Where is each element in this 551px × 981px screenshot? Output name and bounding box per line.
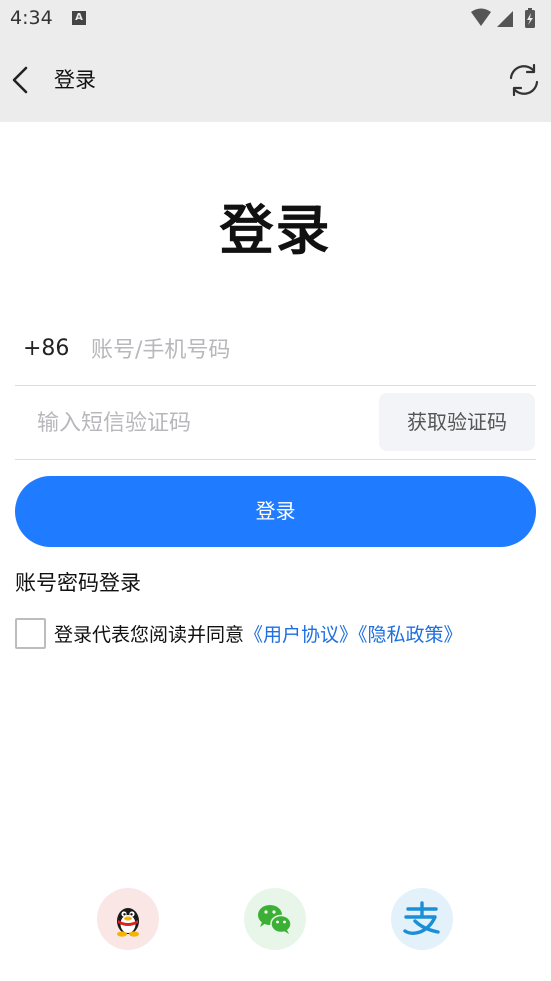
password-login-link[interactable]: 账号密码登录 bbox=[15, 567, 141, 597]
get-code-button[interactable]: 获取验证码 bbox=[379, 393, 535, 451]
wifi-icon bbox=[471, 8, 491, 26]
status-time: 4:34 bbox=[10, 7, 53, 29]
page-title: 登录 bbox=[219, 199, 332, 262]
agreement-checkbox[interactable] bbox=[15, 618, 46, 649]
refresh-button[interactable] bbox=[507, 62, 541, 98]
qq-icon bbox=[117, 908, 139, 937]
qq-login-button[interactable] bbox=[97, 888, 159, 950]
agreement-prefix: 登录代表您阅读并同意 bbox=[54, 624, 245, 646]
login-button[interactable]: 登录 bbox=[15, 476, 536, 547]
refresh-icon bbox=[509, 63, 539, 97]
sms-code-input[interactable] bbox=[37, 403, 367, 443]
wechat-icon bbox=[258, 905, 292, 934]
battery-icon bbox=[525, 8, 535, 28]
app-bar-title: 登录 bbox=[54, 68, 96, 92]
wechat-login-button[interactable] bbox=[244, 888, 306, 950]
user-agreement-link[interactable]: 《用户协议》 bbox=[244, 624, 358, 646]
phone-input[interactable] bbox=[91, 330, 521, 370]
phone-row: +86 bbox=[15, 314, 536, 386]
sms-code-row: 获取验证码 bbox=[15, 387, 536, 460]
signal-icon bbox=[497, 11, 513, 27]
privacy-policy-link[interactable]: 《隐私政策》 bbox=[358, 624, 463, 646]
chevron-left-icon bbox=[12, 66, 28, 94]
alipay-icon bbox=[403, 901, 440, 935]
country-code[interactable]: +86 bbox=[23, 336, 69, 361]
status-bar: 4:34 A bbox=[0, 0, 551, 38]
notification-icon: A bbox=[72, 11, 86, 25]
status-icons bbox=[471, 8, 535, 28]
agreement-text: 登录代表您阅读并同意《用户协议》《隐私政策》 bbox=[54, 620, 463, 647]
app-bar: 登录 bbox=[0, 38, 551, 122]
back-button[interactable] bbox=[6, 58, 34, 102]
alipay-login-button[interactable] bbox=[391, 888, 453, 950]
